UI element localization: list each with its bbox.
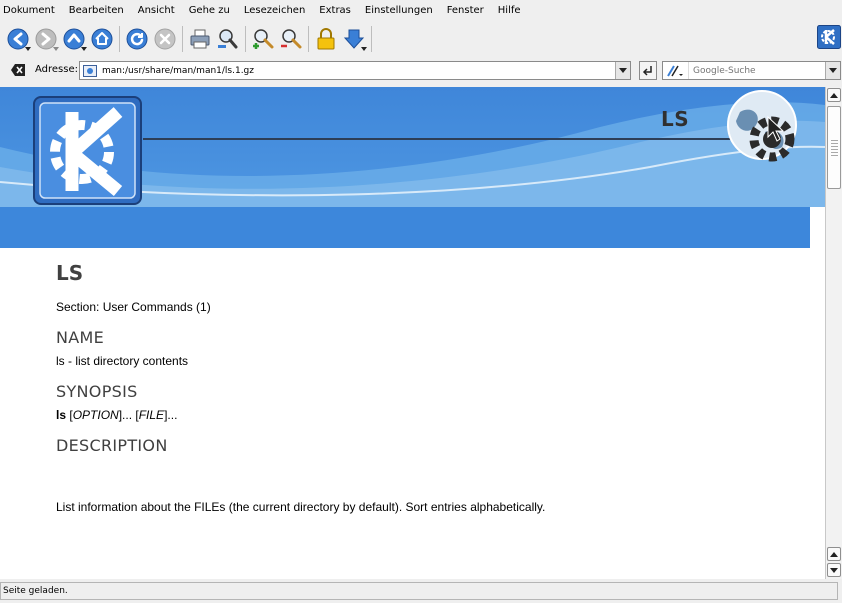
- address-field[interactable]: [79, 61, 631, 80]
- menu-lesezeichen[interactable]: Lesezeichen: [244, 5, 305, 16]
- name-line: ls - list directory contents: [56, 354, 189, 368]
- synopsis-option: OPTION: [72, 408, 119, 422]
- address-history-dropdown[interactable]: [615, 62, 630, 79]
- search-dropdown[interactable]: [825, 62, 840, 79]
- reload-button[interactable]: [123, 24, 151, 54]
- status-text: Seite geladen.: [3, 586, 68, 596]
- menu-fenster[interactable]: Fenster: [447, 5, 484, 16]
- address-label: Adresse:: [35, 64, 78, 75]
- synopsis-command: ls: [56, 408, 67, 422]
- heading-name: NAME: [56, 328, 105, 347]
- zoom-out-icon: [281, 29, 302, 49]
- home-button[interactable]: [88, 24, 116, 54]
- man-page-content: LS Section: User Commands (1) NAME ls - …: [56, 261, 796, 514]
- synopsis-bracket: ]... [: [118, 408, 139, 422]
- section-line: Section: User Commands (1): [56, 300, 211, 314]
- search-engine-selector[interactable]: [663, 62, 689, 79]
- find-icon: [218, 29, 238, 49]
- status-bar: Seite geladen.: [0, 582, 838, 600]
- menu-ansicht[interactable]: Ansicht: [138, 5, 175, 16]
- scrollbar-thumb[interactable]: [827, 106, 841, 189]
- scroll-up-button-bottom[interactable]: [827, 547, 841, 561]
- scroll-down-button[interactable]: [827, 563, 841, 577]
- menu-einstellungen[interactable]: Einstellungen: [365, 5, 433, 16]
- home-icon: [91, 28, 113, 50]
- kde-banner: [0, 87, 825, 207]
- print-button[interactable]: [186, 24, 214, 54]
- address-input[interactable]: [102, 65, 612, 76]
- synopsis-line: ls [OPTION]... [FILE]...: [56, 408, 796, 436]
- main-toolbar: [0, 21, 842, 57]
- download-button[interactable]: [340, 24, 368, 54]
- menu-bearbeiten[interactable]: Bearbeiten: [69, 5, 124, 16]
- enter-arrow-icon: [642, 65, 652, 76]
- menu-hilfe[interactable]: Hilfe: [498, 5, 521, 16]
- banner-title: LS: [661, 107, 690, 131]
- back-button[interactable]: [4, 24, 32, 54]
- menu-dokument[interactable]: Dokument: [3, 5, 55, 16]
- stop-icon: [154, 28, 176, 50]
- menu-extras[interactable]: Extras: [319, 5, 351, 16]
- description-text: List information about the FILEs (the cu…: [56, 500, 546, 514]
- security-button[interactable]: [312, 24, 340, 54]
- page-favicon-icon: [83, 64, 97, 77]
- page-title: LS: [56, 261, 84, 285]
- zoom-in-icon: [253, 29, 274, 49]
- synopsis-bracket: ]...: [164, 408, 178, 422]
- scroll-up-button[interactable]: [827, 88, 841, 102]
- stop-button[interactable]: [151, 24, 179, 54]
- heading-synopsis: SYNOPSIS: [56, 382, 138, 401]
- synopsis-bracket: [: [66, 408, 73, 422]
- search-input[interactable]: [693, 65, 818, 76]
- menu-gehe-zu[interactable]: Gehe zu: [189, 5, 230, 16]
- search-engine-icon: [666, 64, 683, 77]
- clear-address-icon[interactable]: [10, 63, 26, 77]
- page-viewport: LS LS Section: User Commands (1) NAME ls…: [0, 87, 825, 579]
- forward-button[interactable]: [32, 24, 60, 54]
- kde-logo-icon: [817, 25, 841, 49]
- vertical-scrollbar[interactable]: [825, 87, 842, 579]
- padlock-icon: [317, 28, 335, 50]
- menu-bar: Dokument Bearbeiten Ansicht Gehe zu Lese…: [0, 0, 842, 20]
- printer-icon: [190, 29, 210, 49]
- zoom-out-button[interactable]: [277, 24, 305, 54]
- go-button[interactable]: [639, 61, 657, 80]
- location-toolbar: Adresse:: [0, 59, 842, 81]
- search-field[interactable]: [662, 61, 841, 80]
- reload-icon: [126, 28, 148, 50]
- zoom-in-button[interactable]: [249, 24, 277, 54]
- heading-description: DESCRIPTION: [56, 436, 168, 455]
- find-button[interactable]: [214, 24, 242, 54]
- up-button[interactable]: [60, 24, 88, 54]
- synopsis-file: FILE: [138, 408, 165, 422]
- banner-strip: [0, 207, 810, 248]
